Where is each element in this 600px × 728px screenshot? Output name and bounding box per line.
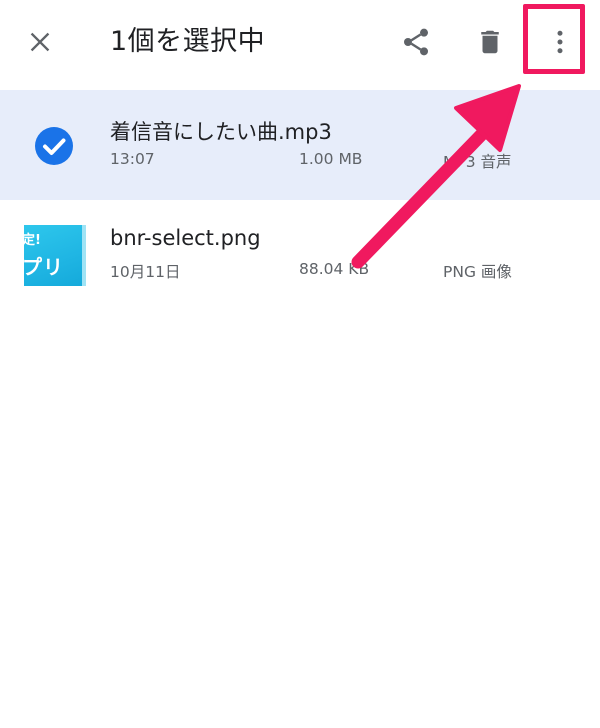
file-list-item[interactable]: 着信音にしたい曲.mp3 13:07 1.00 MB MP3 音声 — [0, 90, 600, 200]
image-thumbnail: 定! プリ — [24, 225, 86, 286]
thumbnail-text: プリ — [24, 255, 64, 279]
file-name: 着信音にしたい曲.mp3 — [110, 120, 332, 144]
file-date: 13:07 — [110, 150, 155, 168]
thumbnail-strip — [82, 225, 86, 286]
file-size: 88.04 KB — [299, 260, 370, 278]
file-name: bnr-select.png — [110, 226, 261, 250]
check-circle-icon[interactable] — [34, 126, 74, 166]
delete-button[interactable] — [470, 22, 510, 62]
thumbnail-text: 定! — [24, 233, 41, 248]
file-type: PNG 画像 — [443, 263, 512, 281]
close-icon — [30, 32, 50, 52]
file-type: MP3 音声 — [443, 153, 512, 171]
file-date: 10月11日 — [110, 263, 181, 281]
file-list-item[interactable]: 定! プリ bnr-select.png 10月11日 88.04 KB PNG… — [0, 200, 600, 310]
share-button[interactable] — [396, 22, 436, 62]
selection-count-title: 1個を選択中 — [110, 26, 266, 57]
trash-icon — [481, 30, 499, 54]
close-selection-button[interactable] — [20, 22, 60, 62]
selection-action-bar: 1個を選択中 — [0, 0, 600, 88]
file-size: 1.00 MB — [299, 150, 363, 168]
annotation-highlight-box — [523, 4, 585, 74]
file-manager-screen: 1個を選択中 着信音にしたい曲.mp3 13:07 1.00 MB MP3 音声… — [0, 0, 600, 728]
share-icon — [404, 28, 428, 56]
